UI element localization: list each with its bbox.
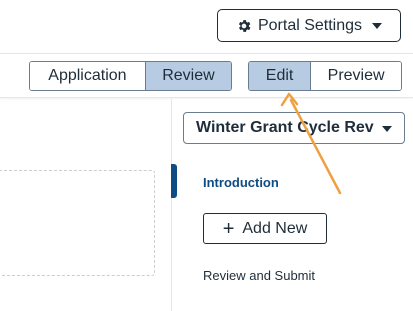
section-introduction[interactable]: Introduction (203, 175, 279, 190)
grant-cycle-value: Winter Grant Cycle Rev (196, 119, 374, 136)
plus-icon: + (222, 217, 235, 240)
chevron-down-icon (372, 22, 383, 29)
top-bar: Portal Settings (0, 0, 413, 54)
active-section-marker (171, 164, 177, 198)
edit-tab[interactable]: Edit (249, 62, 311, 90)
review-tab[interactable]: Review (144, 62, 231, 90)
add-new-button[interactable]: + Add New (203, 213, 327, 244)
section-review-and-submit[interactable]: Review and Submit (203, 268, 315, 283)
application-tab[interactable]: Application (30, 62, 145, 90)
add-new-label: Add New (242, 219, 308, 237)
grant-cycle-select[interactable]: Winter Grant Cycle Rev (183, 112, 405, 144)
gear-icon (238, 19, 251, 32)
form-dropzone (0, 170, 155, 276)
toolbar: Application Review Edit Preview (0, 54, 413, 98)
portal-settings-button[interactable]: Portal Settings (217, 9, 401, 42)
view-toggle: Application Review (29, 61, 232, 91)
chevron-down-icon (382, 126, 392, 132)
preview-tab[interactable]: Preview (310, 62, 401, 90)
portal-settings-label: Portal Settings (257, 16, 363, 34)
mode-toggle: Edit Preview (248, 61, 402, 91)
